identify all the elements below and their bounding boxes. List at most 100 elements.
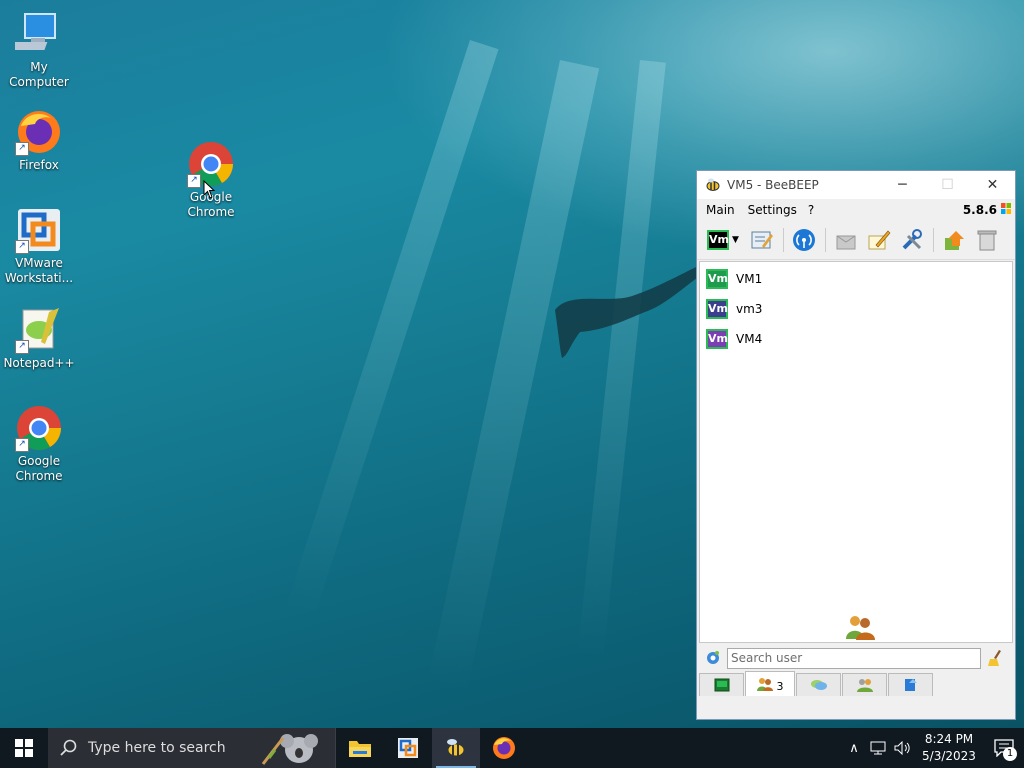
vmware-icon	[398, 738, 418, 758]
taskbar-beebeep[interactable]	[432, 728, 480, 768]
wallpaper-swimmer	[555, 265, 705, 358]
tab-groups[interactable]	[842, 673, 887, 696]
menu-main[interactable]: Main	[697, 203, 744, 217]
toolbar-separator	[825, 228, 826, 252]
file-share-icon	[904, 679, 917, 691]
window-titlebar[interactable]: VM5 - BeeBEEP ─ ☐ ✕	[697, 171, 1015, 199]
gear-icon[interactable]	[705, 650, 721, 666]
version-label: 5.8.6	[962, 203, 997, 217]
taskbar-file-explorer[interactable]	[336, 728, 384, 768]
tools-button[interactable]	[898, 226, 926, 254]
chevron-down-icon: ▼	[732, 235, 739, 245]
network-icon	[793, 229, 815, 251]
shortcut-arrow-icon: ↗	[15, 438, 29, 452]
bottom-tabs: 3	[697, 671, 934, 697]
broadcast-button[interactable]	[832, 226, 860, 254]
profile-edit-icon	[751, 231, 773, 249]
mouse-cursor-icon	[203, 180, 216, 199]
user-name: vm3	[736, 302, 763, 316]
menu-settings[interactable]: Settings	[744, 203, 806, 217]
clock[interactable]: 8:24 PM 5/3/2023	[914, 731, 984, 765]
shortcut-arrow-icon: ↗	[15, 340, 29, 354]
user-row-vm1[interactable]: Vm VM1	[700, 264, 1012, 294]
write-message-button[interactable]	[865, 226, 893, 254]
status-selector[interactable]: Vm ▼	[703, 226, 743, 254]
tab-home[interactable]	[699, 673, 744, 696]
user-avatar: Vm	[706, 329, 728, 349]
windows-logo-icon	[15, 739, 33, 757]
user-row-vm3[interactable]: Vm vm3	[700, 294, 1012, 324]
shortcut-arrow-icon: ↗	[15, 240, 29, 254]
tab-users-count: 3	[776, 679, 784, 693]
firefox-icon	[493, 737, 515, 759]
toolbar-separator	[783, 228, 784, 252]
user-name: VM4	[736, 332, 763, 346]
show-hidden-icons-chevron-icon[interactable]: ∧	[842, 728, 866, 768]
firefox-icon: ↗	[15, 108, 63, 156]
user-name: VM1	[736, 272, 763, 286]
search-user-input[interactable]	[727, 647, 981, 669]
menu-bar: Main Settings ? 5.8.6	[697, 199, 1015, 221]
trash-icon	[977, 230, 997, 251]
desktop-icon-chrome[interactable]: ↗ Google Chrome	[1, 404, 77, 484]
tab-users[interactable]: 3	[745, 671, 795, 696]
clear-button[interactable]	[973, 226, 1001, 254]
upload-icon	[945, 231, 964, 250]
window-title: VM5 - BeeBEEP	[727, 178, 819, 192]
envelope-icon	[836, 235, 856, 250]
beebeep-window: VM5 - BeeBEEP ─ ☐ ✕ Main Settings ? 5.8.…	[696, 170, 1016, 720]
search-icon	[60, 739, 77, 756]
desktop-icon-label: Firefox	[19, 158, 59, 172]
shortcut-arrow-icon: ↗	[187, 174, 201, 188]
start-button[interactable]	[0, 728, 48, 768]
user-avatar: Vm	[706, 299, 728, 319]
group-icon	[856, 679, 873, 692]
notepadpp-icon: ↗	[15, 306, 63, 354]
clock-time: 8:24 PM	[924, 732, 974, 746]
desktop-icon-notepadpp[interactable]: ↗ Notepad++	[1, 306, 77, 371]
edit-profile-button[interactable]	[748, 226, 776, 254]
desktop-icon-firefox[interactable]: ↗ Firefox	[1, 108, 77, 173]
tab-file-share[interactable]	[888, 673, 933, 696]
taskbar-search-box[interactable]: Type here to search	[48, 728, 336, 768]
tab-chats[interactable]	[796, 673, 841, 696]
menu-help[interactable]: ?	[806, 203, 823, 217]
volume-icon[interactable]	[890, 728, 914, 768]
toolbar: Vm ▼	[697, 221, 1015, 260]
shortcut-arrow-icon: ↗	[15, 142, 29, 156]
maximize-button[interactable]: ☐	[925, 171, 970, 199]
bee-icon	[447, 739, 465, 757]
taskbar: Type here to search ∧ 8:24 PM 5/3/2023 1	[0, 728, 1024, 768]
minimize-button[interactable]: ─	[880, 171, 925, 199]
desktop-icon-vmware[interactable]: ↗ VMware Workstati...	[1, 206, 77, 286]
desktop-icon-label: My Computer	[9, 60, 69, 89]
desktop-icon-label: Notepad++	[3, 356, 75, 370]
taskbar-firefox[interactable]	[480, 728, 528, 768]
user-avatar: Vm	[706, 269, 728, 289]
home-icon	[714, 678, 729, 692]
network-tray-icon[interactable]	[866, 728, 890, 768]
desktop-icon-my-computer[interactable]: My Computer	[1, 10, 77, 90]
clock-date: 5/3/2023	[922, 749, 976, 763]
notification-count-badge: 1	[1003, 747, 1017, 761]
taskbar-vmware[interactable]	[384, 728, 432, 768]
toolbar-separator	[933, 228, 934, 252]
update-button[interactable]	[940, 226, 968, 254]
network-button[interactable]	[790, 226, 818, 254]
users-icon	[846, 616, 875, 640]
desktop-icon-label: Google Chrome	[15, 454, 63, 483]
action-center-button[interactable]: 1	[984, 728, 1024, 768]
computer-icon	[6, 10, 63, 58]
vmware-icon: ↗	[15, 206, 63, 254]
broom-icon[interactable]	[987, 649, 1005, 667]
tools-icon	[902, 229, 922, 250]
wallpaper-ray	[426, 60, 600, 695]
status-badge: Vm	[707, 230, 730, 250]
folder-icon	[349, 741, 371, 757]
windows-flag-icon	[1001, 203, 1011, 214]
wallpaper-ray	[284, 40, 499, 620]
user-row-vm4[interactable]: Vm VM4	[700, 324, 1012, 354]
system-tray: ∧ 8:24 PM 5/3/2023 1	[842, 728, 1024, 768]
close-button[interactable]: ✕	[970, 171, 1015, 199]
users-icon	[756, 678, 773, 691]
